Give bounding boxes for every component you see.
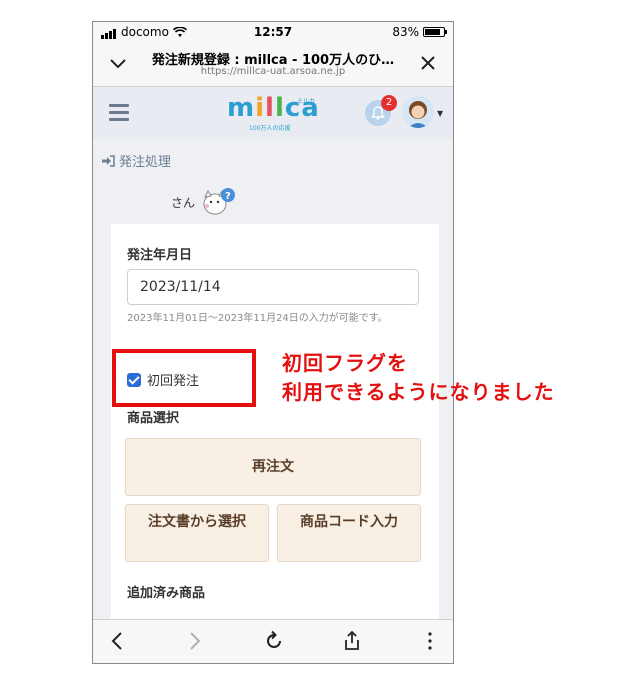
product-select-label: 商品選択: [127, 411, 180, 426]
logo-tagline: 100万人の応援: [249, 125, 291, 132]
added-products-label: 追加済み商品: [127, 586, 206, 601]
user-greeting: さん ?: [171, 187, 236, 217]
reorder-button[interactable]: 再注文: [125, 438, 421, 496]
phone-screen: docomo 12:57 83% 発注新規登録 : millca - 100万人…: [92, 21, 454, 664]
more-options-icon[interactable]: [419, 630, 441, 652]
reload-icon[interactable]: [263, 630, 285, 652]
user-suffix: さん: [171, 195, 196, 210]
annotation-line-2: 利用できるようになりました: [282, 380, 555, 404]
product-code-input-button[interactable]: 商品コード入力: [277, 504, 421, 562]
annotation-text: 初回フラグを 利用できるようになりました: [282, 349, 555, 407]
menu-icon[interactable]: [109, 104, 129, 121]
share-icon[interactable]: [341, 630, 363, 652]
browser-url: https://millca-uat.arsoa.ne.jp: [200, 66, 346, 77]
breadcrumb[interactable]: 発注処理: [101, 151, 171, 170]
battery-percent: 83%: [392, 25, 419, 39]
order-date-hint: 2023年11月01日～2023年11月24日の入力が可能です。: [127, 313, 388, 324]
annotation-line-1: 初回フラグを: [282, 351, 408, 375]
app-navbar: millca ミルカ 100万人の応援 2 ▼: [93, 87, 453, 139]
notification-count-badge: 2: [381, 95, 397, 111]
battery-icon: [423, 27, 447, 37]
sign-in-icon: [102, 154, 115, 167]
caret-down-icon[interactable]: ▼: [437, 109, 443, 118]
order-form-card: 発注年月日 2023/11/14 2023年11月01日～2023年11月24日…: [111, 224, 439, 645]
forward-icon[interactable]: [183, 630, 205, 652]
select-from-order-form-button[interactable]: 注文書から選択: [125, 504, 269, 562]
svg-text:?: ?: [225, 191, 231, 202]
browser-toolbar: [93, 619, 453, 663]
order-date-input[interactable]: 2023/11/14: [127, 269, 419, 305]
mascot-help-icon[interactable]: ?: [201, 187, 236, 217]
chevron-down-icon[interactable]: [107, 52, 129, 74]
millca-logo[interactable]: millca ミルカ 100万人の応援: [227, 93, 322, 133]
close-icon[interactable]: [417, 52, 439, 74]
user-avatar[interactable]: [402, 96, 434, 128]
back-icon[interactable]: [107, 630, 129, 652]
browser-header: 発注新規登録 : millca - 100万人のひ… https://millc…: [93, 44, 453, 87]
highlight-box: [112, 349, 256, 407]
breadcrumb-label: 発注処理: [119, 155, 172, 170]
status-bar: docomo 12:57 83%: [93, 22, 453, 44]
logo-kana: ミルカ: [297, 98, 315, 105]
order-date-label: 発注年月日: [127, 248, 193, 263]
